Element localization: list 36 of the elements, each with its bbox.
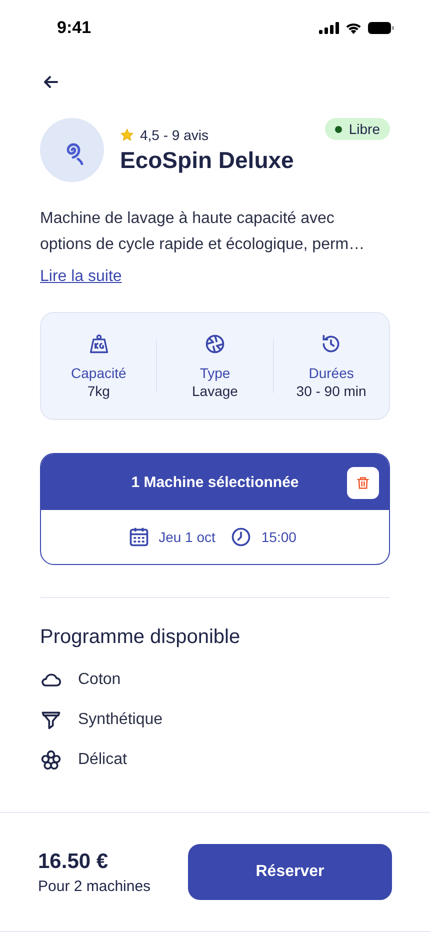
weight-icon [88,333,110,355]
spec-value: 30 - 90 min [296,383,366,399]
reserve-button[interactable]: Réserver [188,844,392,900]
spec-label: Capacité [71,365,126,381]
program-name[interactable]: Synthétique [78,711,163,729]
back-arrow-icon [43,74,59,90]
signal-icon [319,22,339,34]
spec-value: Lavage [192,383,238,399]
delete-button[interactable] [347,467,379,499]
funnel-icon [40,709,62,731]
rating-text: 4,5 - 9 avis [140,126,208,142]
history-icon [320,333,342,355]
status-time: 9:41 [57,18,92,38]
program-name[interactable]: Délicat [78,751,127,769]
flower-icon [40,749,62,771]
read-more-link[interactable]: Lire la suite [40,268,122,286]
spec-label: Durées [308,365,354,381]
battery-icon [368,22,394,34]
trash-icon [356,476,370,490]
selected-time: 15:00 [261,529,296,545]
spec-label: Type [200,365,230,381]
section-title: Programme disponible [40,626,242,649]
price-note: Pour 2 machines [38,878,151,894]
calendar-icon [128,526,150,548]
program-name[interactable]: Coton [78,671,121,689]
selected-date: Jeu 1 oct [158,529,216,545]
total-price: 16.50 € [38,850,110,874]
clock-icon [230,526,252,548]
spec-value: 7kg [87,383,110,399]
star-icon [120,128,134,142]
selection-title: 1 Machine sélectionnée [131,474,299,490]
wifi-icon [345,22,362,34]
machine-name: EcoSpin Deluxe [120,146,294,174]
aperture-icon [204,333,226,355]
description: Machine de lavage à haute capacité avec options de cycle rapide et écologique, perm… [40,209,366,255]
status-badge: Libre [324,118,390,140]
